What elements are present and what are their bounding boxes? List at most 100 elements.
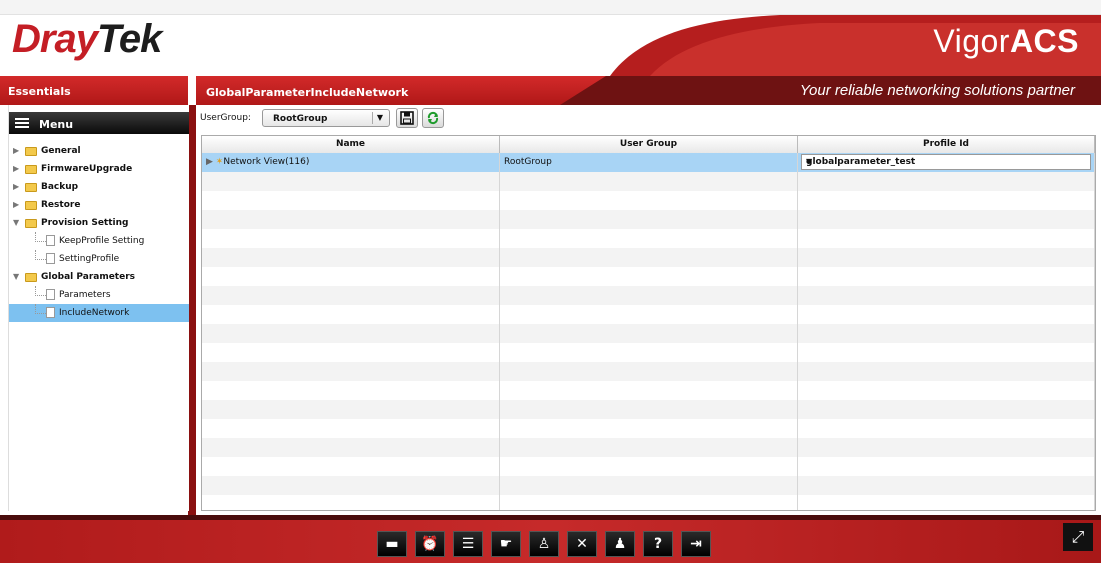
tree-item-includenetwork[interactable]: IncludeNetwork	[9, 304, 189, 322]
empty-cell	[202, 400, 500, 419]
empty-cell	[798, 286, 1095, 305]
collapse-arrow-icon[interactable]: ▼	[13, 268, 19, 286]
table-row[interactable]	[202, 343, 1095, 362]
empty-cell	[500, 191, 798, 210]
empty-cell	[202, 191, 500, 210]
empty-cell	[798, 495, 1095, 510]
empty-cell	[202, 381, 500, 400]
table-row[interactable]	[202, 457, 1095, 476]
list-button[interactable]: ☰	[453, 531, 483, 557]
column-header-user-group[interactable]: User Group	[500, 136, 798, 153]
tree-item-keepprofile-setting[interactable]: KeepProfile Setting	[9, 232, 189, 250]
chevron-down-icon: ▼	[806, 157, 813, 166]
expand-arrow-icon[interactable]: ▶	[206, 157, 216, 167]
column-header-name[interactable]: Name	[202, 136, 500, 153]
expand-arrow-icon[interactable]: ▶	[13, 178, 19, 196]
empty-cell	[500, 343, 798, 362]
open-folder-icon	[25, 219, 37, 228]
sub-header-bar: Essentials GlobalParameterIncludeNetwork…	[0, 76, 1101, 105]
empty-cell	[798, 248, 1095, 267]
user-button[interactable]: ♙	[529, 531, 559, 557]
table-row[interactable]	[202, 191, 1095, 210]
empty-cell	[202, 457, 500, 476]
empty-cell	[798, 172, 1095, 191]
table-row[interactable]	[202, 267, 1095, 286]
users-icon: ♟	[613, 536, 627, 552]
document-icon	[46, 253, 55, 264]
empty-cell	[798, 476, 1095, 495]
table-row[interactable]	[202, 210, 1095, 229]
chevron-down-icon: ▼	[372, 112, 387, 124]
document-icon	[46, 289, 55, 300]
tools-button[interactable]: ✕	[567, 531, 597, 557]
empty-cell	[500, 248, 798, 267]
fullscreen-icon: ⤢	[1071, 527, 1085, 546]
open-folder-icon	[25, 273, 37, 282]
empty-cell	[798, 362, 1095, 381]
expand-arrow-icon[interactable]: ▶	[13, 142, 19, 160]
table-row[interactable]: ▶ ✶Network View(116) RootGroup globalparam…	[202, 153, 1095, 172]
table-row[interactable]	[202, 419, 1095, 438]
tree-item-global-parameters[interactable]: ▼ Global Parameters	[9, 268, 189, 286]
menu-bar[interactable]: Menu	[9, 112, 189, 134]
document-icon	[46, 307, 55, 318]
tree-item-parameters[interactable]: Parameters	[9, 286, 189, 304]
empty-cell	[202, 495, 500, 510]
table-row[interactable]	[202, 400, 1095, 419]
device-button[interactable]: ☛	[491, 531, 521, 557]
empty-cell	[202, 305, 500, 324]
empty-cell	[202, 419, 500, 438]
tree-item-firmwareupgrade[interactable]: ▶ FirmwareUpgrade	[9, 160, 189, 178]
bottom-dock-bar: ▬ ⏰ ☰ ☛ ♙ ✕ ♟ ? ⇥ ⤢	[0, 515, 1101, 563]
refresh-icon	[427, 111, 439, 125]
tree-item-general[interactable]: ▶ General	[9, 142, 189, 160]
table-row[interactable]	[202, 495, 1095, 510]
menu-icon	[15, 118, 29, 128]
sidebar: Menu ▶ General ▶ FirmwareUpgrade ▶ Backup ▶…	[8, 105, 201, 511]
collapse-arrow-icon[interactable]: ▼	[13, 214, 19, 232]
expand-arrow-icon[interactable]: ▶	[13, 160, 19, 178]
fullscreen-button[interactable]: ⤢	[1063, 523, 1093, 551]
save-button[interactable]	[396, 108, 418, 128]
users-button[interactable]: ♟	[605, 531, 635, 557]
table-row[interactable]	[202, 362, 1095, 381]
table-row[interactable]	[202, 324, 1095, 343]
tree-item-provision-setting[interactable]: ▼ Provision Setting	[9, 214, 189, 232]
help-button[interactable]: ?	[643, 531, 673, 557]
table-row[interactable]	[202, 172, 1095, 191]
router-button[interactable]: ▬	[377, 531, 407, 557]
empty-cell	[202, 343, 500, 362]
tree-item-backup[interactable]: ▶ Backup	[9, 178, 189, 196]
empty-cell	[798, 305, 1095, 324]
usergroup-select[interactable]: RootGroup ▼	[262, 109, 390, 127]
empty-cell	[500, 286, 798, 305]
table-row[interactable]	[202, 229, 1095, 248]
table-row[interactable]	[202, 305, 1095, 324]
empty-cell	[798, 324, 1095, 343]
table-row[interactable]	[202, 381, 1095, 400]
table-row[interactable]	[202, 286, 1095, 305]
logout-button[interactable]: ⇥	[681, 531, 711, 557]
folder-icon	[25, 183, 37, 192]
folder-icon	[25, 201, 37, 210]
empty-cell	[202, 476, 500, 495]
expand-arrow-icon[interactable]: ▶	[13, 196, 19, 214]
tree-item-restore[interactable]: ▶ Restore	[9, 196, 189, 214]
table-row[interactable]	[202, 248, 1095, 267]
hand-device-icon: ☛	[499, 536, 513, 552]
table-row[interactable]	[202, 476, 1095, 495]
menu-label: Menu	[39, 118, 74, 131]
tree-item-settingprofile[interactable]: SettingProfile	[9, 250, 189, 268]
alarm-button[interactable]: ⏰	[415, 531, 445, 557]
profile-id-select[interactable]: globalparameter_test ▼	[801, 154, 1091, 170]
refresh-button[interactable]	[422, 108, 444, 128]
column-header-profile-id[interactable]: Profile Id	[798, 136, 1095, 153]
empty-cell	[202, 248, 500, 267]
empty-cell	[798, 191, 1095, 210]
table-row[interactable]	[202, 438, 1095, 457]
empty-cell	[798, 343, 1095, 362]
empty-cell	[500, 457, 798, 476]
empty-cell	[500, 229, 798, 248]
empty-cell	[500, 362, 798, 381]
empty-cell	[500, 267, 798, 286]
